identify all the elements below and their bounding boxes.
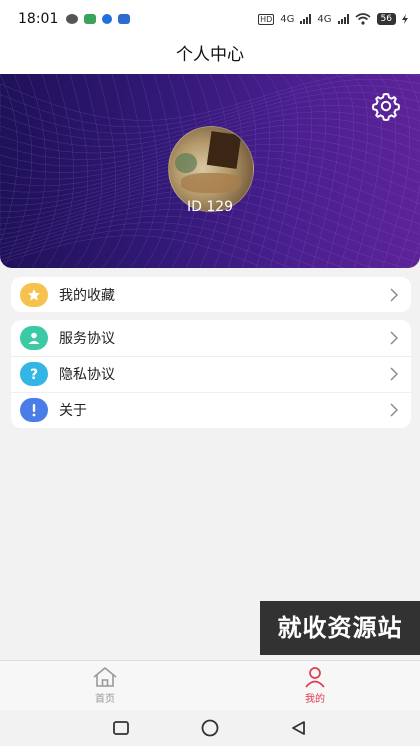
menu-item-label: 我的收藏 xyxy=(59,288,115,304)
user-icon xyxy=(20,326,48,350)
status-bar: 18:01 HD 4G 4G 56 xyxy=(0,0,420,38)
tab-label: 首页 xyxy=(95,694,115,705)
person-icon xyxy=(305,667,325,688)
menu-item-label: 服务协议 xyxy=(59,331,115,347)
charging-icon xyxy=(402,14,408,24)
chevron-right-icon xyxy=(390,288,398,302)
svg-text:?: ? xyxy=(30,367,38,382)
system-navigation-bar xyxy=(0,710,420,746)
notification-icons xyxy=(66,14,131,24)
status-time: 18:01 xyxy=(18,11,59,27)
chevron-right-icon xyxy=(390,367,398,381)
home-button-icon[interactable] xyxy=(200,718,220,738)
wifi-icon xyxy=(355,13,371,25)
network-type-label-2: 4G xyxy=(317,13,332,25)
tab-home[interactable]: 首页 xyxy=(0,661,210,710)
chevron-right-icon xyxy=(390,403,398,417)
watermark-banner: 就收资源站 xyxy=(260,601,420,655)
bottom-tab-bar: 首页 我的 xyxy=(0,660,420,710)
profile-header: ID 129 xyxy=(0,74,420,268)
chat-notification-icon xyxy=(66,14,79,24)
hd-icon: HD xyxy=(258,13,275,25)
battery-icon: 56 xyxy=(376,13,396,25)
tab-mine[interactable]: 我的 xyxy=(210,661,420,710)
user-id: ID 129 xyxy=(186,199,234,215)
tab-label: 我的 xyxy=(305,694,325,705)
back-icon[interactable] xyxy=(290,720,308,736)
menu-item-privacy-agreement[interactable]: ? 隐私协议 xyxy=(11,356,411,392)
network-type-label: 4G xyxy=(280,13,295,25)
info-icon xyxy=(20,398,48,422)
menu-item-label: 关于 xyxy=(59,403,87,419)
message-notification-icon xyxy=(102,14,113,24)
chevron-right-icon xyxy=(390,331,398,345)
translate-notification-icon xyxy=(118,14,131,24)
menu-item-service-agreement[interactable]: 服务协议 xyxy=(11,320,411,356)
settings-list-card: 服务协议 ? 隐私协议 关于 xyxy=(11,320,411,428)
menu-item-about[interactable]: 关于 xyxy=(11,392,411,428)
menu-item-label: 隐私协议 xyxy=(59,367,115,383)
recent-apps-icon[interactable] xyxy=(112,720,130,736)
menu-item-favorites[interactable]: 我的收藏 xyxy=(11,277,411,313)
signal-icon xyxy=(300,14,312,24)
signal-icon-2 xyxy=(337,14,349,24)
question-icon: ? xyxy=(20,362,48,386)
page-title: 个人中心 xyxy=(0,38,420,74)
settings-gear-icon[interactable] xyxy=(370,90,402,122)
favorites-card: 我的收藏 xyxy=(11,277,411,312)
home-icon xyxy=(93,667,117,687)
app-notification-icon xyxy=(84,14,97,24)
star-icon xyxy=(20,283,48,307)
status-indicators: HD 4G 4G 56 xyxy=(258,13,408,25)
